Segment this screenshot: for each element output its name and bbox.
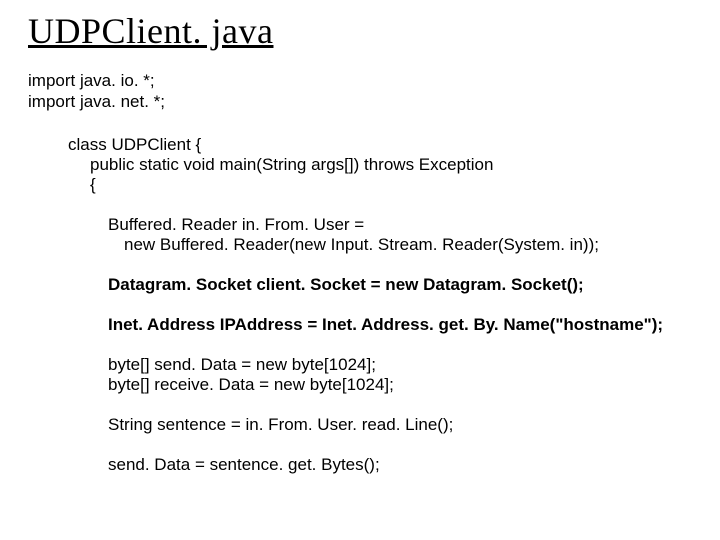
inetaddress-decl: Inet. Address IPAddress = Inet. Address.… <box>68 315 692 335</box>
open-brace: { <box>68 175 692 195</box>
class-declaration: class UDPClient { <box>68 135 692 155</box>
slide-title: UDPClient. java <box>28 10 692 52</box>
import-line: import java. io. *; <box>28 70 692 91</box>
code-block: class UDPClient { public static void mai… <box>68 135 692 476</box>
senddata-decl: byte[] send. Data = new byte[1024]; <box>68 355 692 375</box>
imports-block: import java. io. *; import java. net. *; <box>28 70 692 113</box>
recvdata-decl: byte[] receive. Data = new byte[1024]; <box>68 375 692 395</box>
datagramsocket-decl: Datagram. Socket client. Socket = new Da… <box>68 275 692 295</box>
bufferedreader-decl: Buffered. Reader in. From. User = <box>68 215 692 235</box>
getbytes-call: send. Data = sentence. get. Bytes(); <box>68 455 692 475</box>
main-signature: public static void main(String args[]) t… <box>68 155 692 175</box>
slide: UDPClient. java import java. io. *; impo… <box>0 0 720 475</box>
readline-call: String sentence = in. From. User. read. … <box>68 415 692 435</box>
bufferedreader-new: new Buffered. Reader(new Input. Stream. … <box>68 235 692 255</box>
import-line: import java. net. *; <box>28 91 692 112</box>
